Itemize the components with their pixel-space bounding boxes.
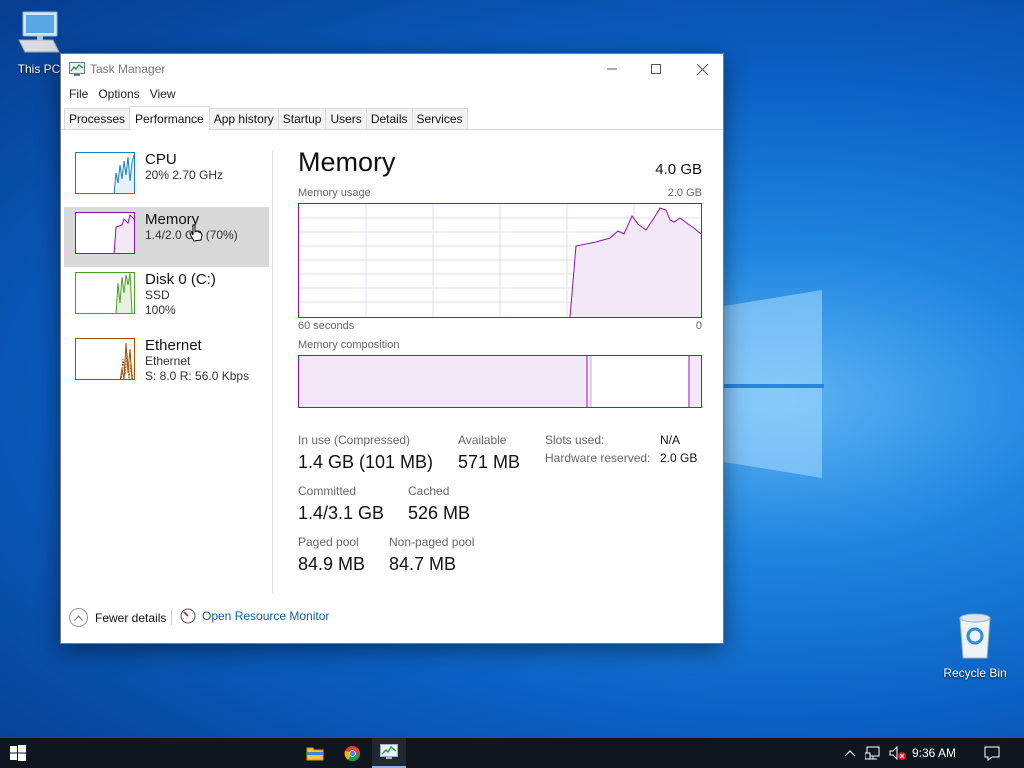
taskbar-chrome[interactable] — [335, 738, 369, 768]
ethernet-thumbnail-graph — [75, 338, 135, 380]
graph-x-left: 60 seconds — [298, 320, 355, 332]
sidebar-item-detail: 20% 2.70 GHz — [145, 168, 224, 182]
network-tray-button[interactable] — [863, 738, 885, 768]
stat-in-use-label: In use (Compressed) — [298, 433, 411, 447]
action-center-button[interactable] — [978, 738, 1006, 768]
minimize-icon — [607, 68, 617, 70]
task-manager-window: Task Manager File Options View Processes… — [60, 53, 724, 644]
chrome-icon — [344, 745, 360, 761]
desktop-icon-label: Recycle Bin — [943, 666, 1007, 680]
sidebar-item-disk[interactable]: Disk 0 (C:) SSD 100% — [64, 267, 269, 327]
stat-cached-label: Cached — [408, 484, 450, 498]
sidebar-item-detail: SSD — [145, 288, 170, 302]
sidebar-item-memory[interactable]: Memory 1.4/2.0 GB (70%) — [64, 207, 269, 267]
memory-usage-label: Memory usage — [298, 187, 371, 199]
sidebar-item-detail-2: 100% — [145, 303, 176, 317]
stat-committed-label: Committed — [298, 484, 357, 498]
memory-total: 4.0 GB — [655, 161, 702, 178]
memory-composition-label: Memory composition — [298, 339, 400, 351]
menu-view[interactable]: View — [145, 87, 181, 101]
resource-sidebar: CPU 20% 2.70 GHz Memory 1.4/2.0 GB (70%) — [64, 147, 269, 393]
sidebar-item-label: Disk 0 (C:) — [145, 271, 216, 288]
stat-paged-value: 84.9 MB — [298, 554, 366, 574]
hand-cursor-icon — [189, 224, 203, 242]
recycle-bin-icon — [959, 613, 991, 659]
sidebar-item-detail: Ethernet — [145, 354, 191, 368]
start-button[interactable] — [0, 738, 36, 768]
footer-divider — [171, 609, 172, 625]
sidebar-item-label: Ethernet — [145, 337, 202, 354]
taskbar-clock[interactable]: 9:36 AM — [912, 738, 956, 768]
cpu-thumbnail-graph — [75, 152, 135, 194]
fewer-details-label: Fewer details — [95, 610, 167, 625]
stat-in-use-value: 1.4 GB (101 MB) — [298, 452, 434, 472]
menu-file[interactable]: File — [64, 87, 93, 101]
window-title: Task Manager — [90, 62, 166, 76]
hardware-reserved-value: 2.0 GB — [660, 451, 698, 465]
memory-thumbnail-graph — [75, 212, 135, 254]
file-explorer-icon — [306, 747, 324, 761]
task-manager-icon — [380, 744, 398, 759]
title-bar[interactable]: Task Manager — [61, 54, 723, 84]
tab-startup[interactable]: Startup — [277, 108, 327, 129]
hardware-reserved-label: Hardware reserved: — [545, 451, 651, 465]
task-manager-icon — [69, 62, 85, 76]
window-footer: Fewer details Open Resource Monitor — [61, 593, 723, 643]
page-title: Memory — [298, 147, 396, 177]
menu-bar: File Options View — [61, 84, 723, 104]
maximize-button[interactable] — [633, 54, 679, 84]
show-hidden-icons-button[interactable] — [841, 738, 859, 768]
close-button[interactable] — [679, 54, 725, 84]
slots-used-value: N/A — [660, 433, 681, 447]
tab-processes[interactable]: Processes — [64, 108, 131, 129]
stat-available-value: 571 MB — [458, 452, 521, 472]
memory-composition-bar — [298, 355, 702, 408]
notification-icon — [984, 746, 1000, 761]
slots-used-label: Slots used: — [545, 433, 605, 447]
graph-x-right: 0 — [695, 320, 702, 332]
tab-services[interactable]: Services — [411, 108, 468, 129]
desktop-icon-recycle-bin[interactable]: Recycle Bin — [937, 612, 1013, 680]
volume-tray-button[interactable] — [887, 738, 909, 768]
sidebar-item-detail-2: S: 8.0 R: 56.0 Kbps — [145, 369, 250, 383]
windows-start-icon — [10, 745, 26, 761]
chevron-up-icon — [69, 608, 88, 627]
stat-paged-label: Paged pool — [298, 535, 359, 549]
memory-usage-graph — [298, 203, 702, 318]
pane-divider[interactable] — [272, 151, 273, 593]
tab-details[interactable]: Details — [365, 108, 413, 129]
network-icon — [865, 746, 880, 760]
stat-nonpaged-value: 84.7 MB — [389, 554, 457, 574]
performance-pane: CPU 20% 2.70 GHz Memory 1.4/2.0 GB (70%) — [61, 131, 723, 593]
disk-thumbnail-graph — [75, 272, 135, 314]
sidebar-item-cpu[interactable]: CPU 20% 2.70 GHz — [64, 147, 269, 207]
memory-usage-max: 2.0 GB — [667, 187, 702, 199]
taskbar-task-manager[interactable] — [372, 738, 406, 768]
fewer-details-button[interactable]: Fewer details — [69, 608, 166, 627]
stat-available-label: Available — [458, 433, 507, 447]
tab-strip: Processes Performance App history Startu… — [61, 104, 723, 130]
sidebar-item-label: CPU — [145, 151, 177, 168]
open-resource-monitor-link[interactable]: Open Resource Monitor — [180, 608, 329, 624]
menu-options[interactable]: Options — [93, 87, 144, 101]
computer-icon — [18, 11, 60, 53]
stat-cached-value: 526 MB — [408, 503, 471, 523]
resource-monitor-icon — [180, 608, 196, 624]
close-icon — [696, 63, 708, 75]
stat-committed-value: 1.4/3.1 GB — [298, 503, 385, 523]
open-resource-monitor-label: Open Resource Monitor — [202, 609, 330, 623]
chevron-up-icon — [844, 750, 856, 757]
sidebar-item-ethernet[interactable]: Ethernet Ethernet S: 8.0 R: 56.0 Kbps — [64, 333, 269, 393]
tab-users[interactable]: Users — [325, 108, 367, 129]
tab-app-history[interactable]: App history — [208, 108, 279, 129]
taskbar-file-explorer[interactable] — [298, 738, 332, 768]
maximize-icon — [651, 64, 661, 74]
taskbar: 9:36 AM — [0, 738, 1024, 768]
volume-muted-icon — [889, 745, 906, 761]
minimize-button[interactable] — [589, 54, 635, 84]
stat-nonpaged-label: Non-paged pool — [389, 535, 475, 549]
tab-performance[interactable]: Performance — [129, 106, 210, 130]
